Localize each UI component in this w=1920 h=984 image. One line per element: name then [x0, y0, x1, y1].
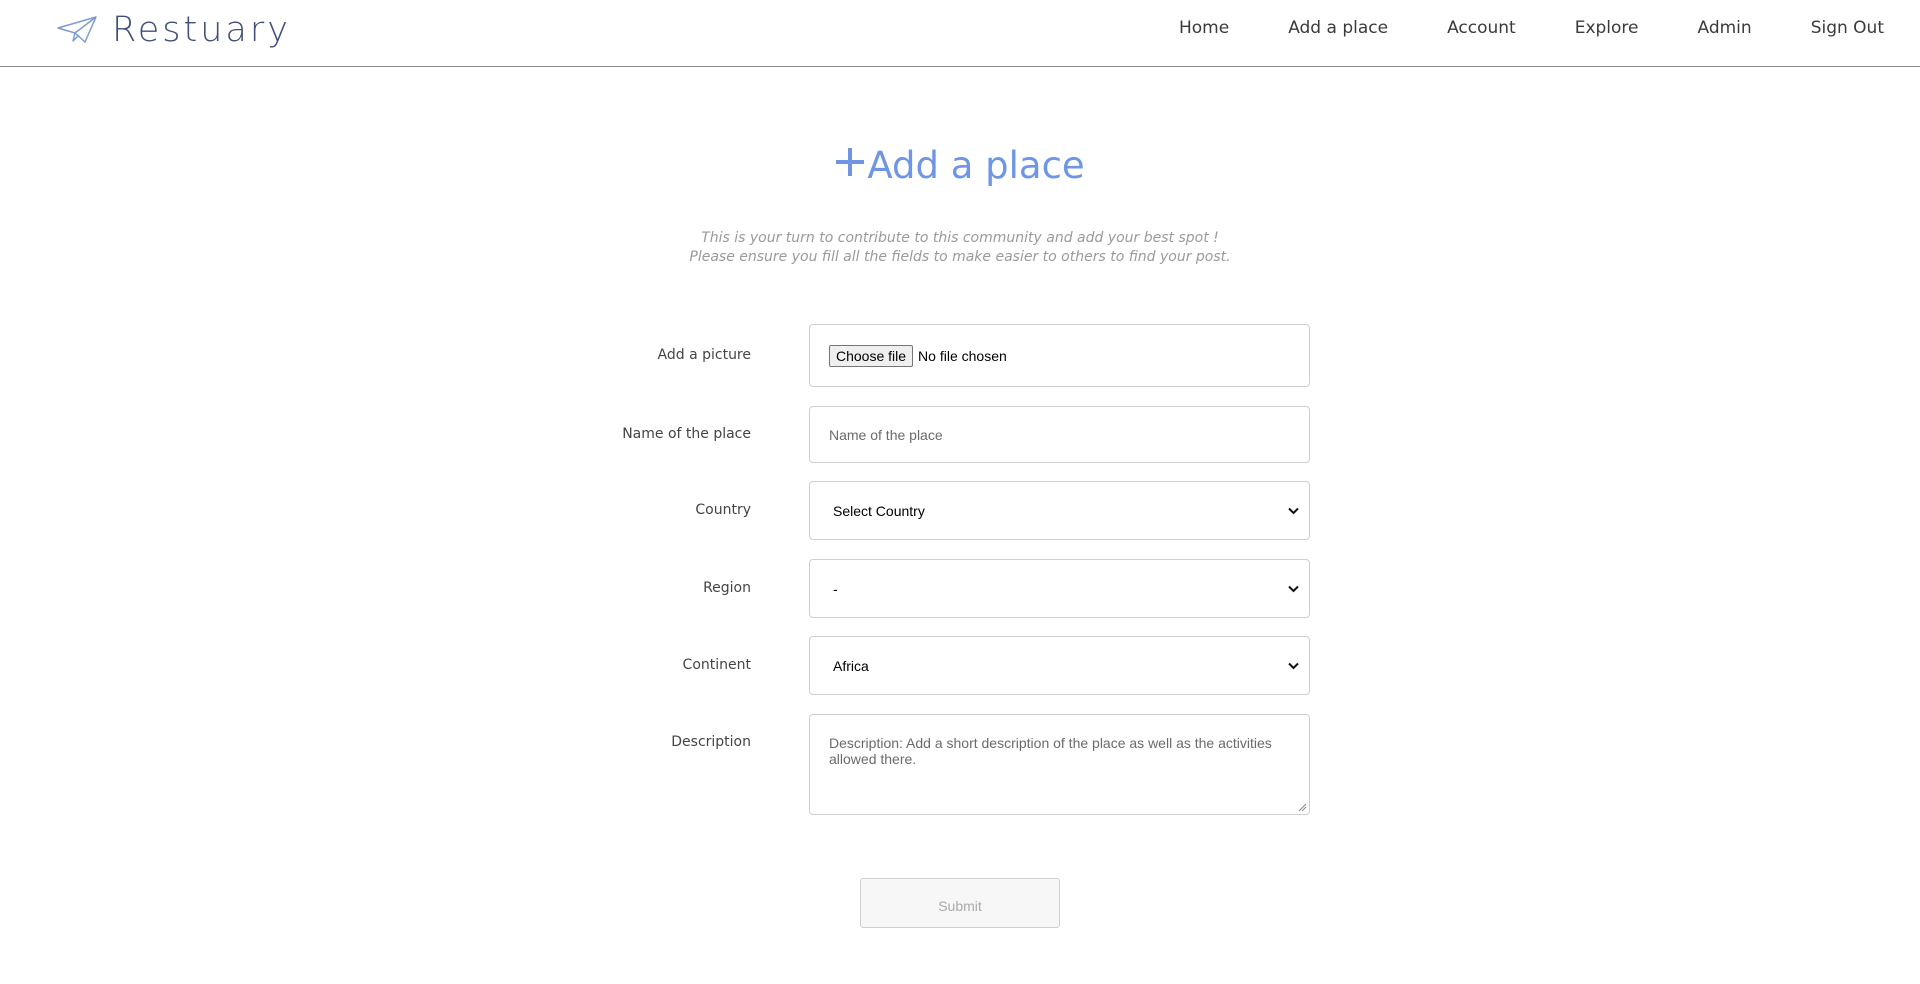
- chevron-down-icon: [1288, 507, 1299, 514]
- region-label: Region: [703, 580, 751, 596]
- submit-button[interactable]: Submit: [860, 878, 1060, 928]
- nav-home[interactable]: Home: [1179, 18, 1229, 38]
- file-status-text: No file chosen: [918, 347, 1007, 364]
- country-label: Country: [695, 502, 751, 518]
- page-title: Add a place: [867, 144, 1085, 187]
- page-heading: Add a place: [0, 140, 1920, 192]
- resize-grip-icon[interactable]: [1297, 802, 1307, 812]
- subtitle-line-1: This is your turn to contribute to this …: [701, 230, 1219, 246]
- country-selected-value: Select Country: [833, 502, 925, 519]
- picture-file-input[interactable]: Choose file No file chosen: [809, 324, 1310, 387]
- region-selected-value: -: [833, 580, 838, 597]
- choose-file-button[interactable]: Choose file: [829, 344, 914, 367]
- paper-plane-icon: [57, 16, 97, 43]
- chevron-down-icon: [1288, 585, 1299, 592]
- description-textarea[interactable]: [809, 714, 1310, 815]
- nav-add-place[interactable]: Add a place: [1288, 18, 1388, 38]
- nav-account[interactable]: Account: [1447, 18, 1516, 38]
- subtitle-line-2: Please ensure you fill all the fields to…: [689, 249, 1231, 265]
- continent-label: Continent: [682, 657, 751, 673]
- brand-name: Restuary: [112, 10, 291, 50]
- nav-sign-out[interactable]: Sign Out: [1811, 18, 1884, 38]
- nav-explore[interactable]: Explore: [1575, 18, 1639, 38]
- top-navbar: Restuary Home Add a place Account Explor…: [0, 0, 1920, 67]
- continent-select[interactable]: Africa: [809, 636, 1310, 695]
- place-name-input[interactable]: [809, 406, 1310, 463]
- main-nav: Home Add a place Account Explore Admin S…: [1179, 18, 1884, 38]
- nav-admin[interactable]: Admin: [1698, 18, 1752, 38]
- brand-logo[interactable]: Restuary: [56, 6, 291, 54]
- country-select[interactable]: Select Country: [809, 481, 1310, 540]
- description-label: Description: [671, 734, 751, 750]
- picture-label: Add a picture: [657, 347, 751, 363]
- name-label: Name of the place: [622, 426, 751, 442]
- region-select[interactable]: -: [809, 559, 1310, 618]
- page-subtitle: This is your turn to contribute to this …: [0, 229, 1920, 267]
- chevron-down-icon: [1288, 662, 1299, 669]
- plus-icon: [836, 148, 865, 176]
- continent-selected-value: Africa: [833, 657, 869, 674]
